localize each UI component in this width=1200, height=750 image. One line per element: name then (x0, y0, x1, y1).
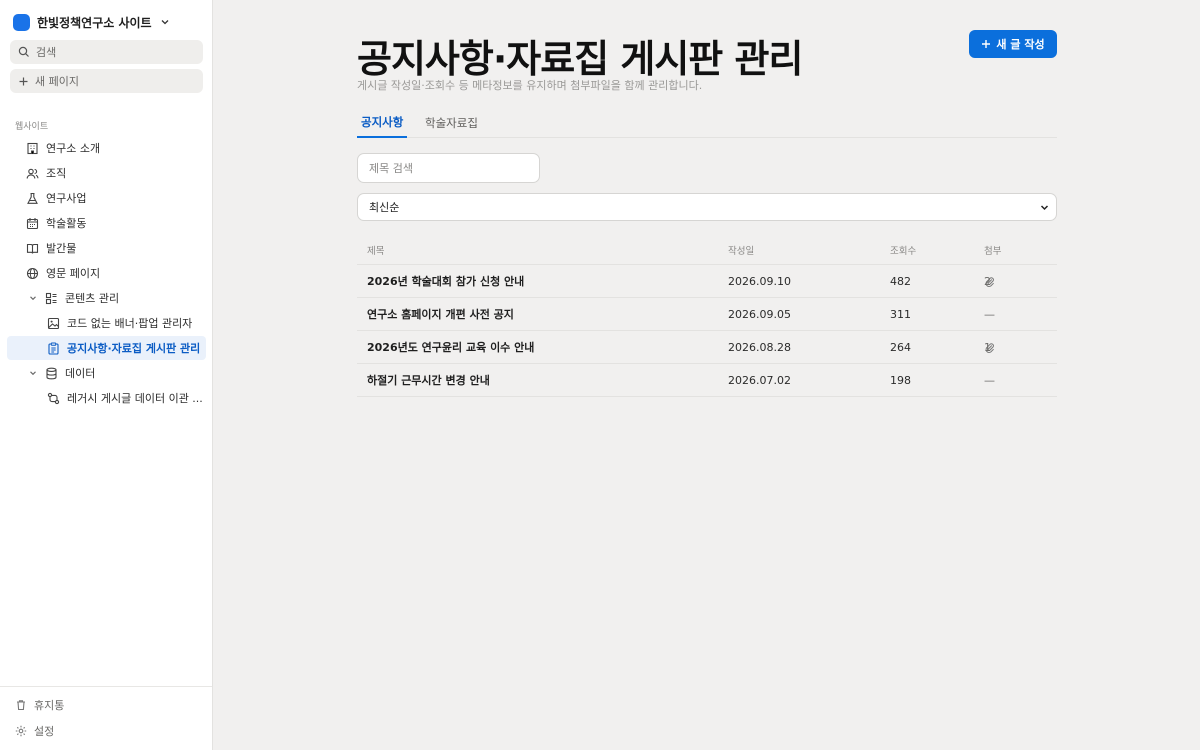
section-label-website: 웹사이트 (15, 122, 49, 132)
settings-label: 설정 (34, 725, 55, 738)
sidebar-item-label: 영문 페이지 (46, 267, 101, 280)
git-compare-icon (47, 392, 60, 404)
post-date: 2026.07.02 (728, 373, 791, 387)
post-attachments: 1 (984, 331, 995, 363)
page-subtitle: 게시글 작성일·조회수 등 메타정보를 유지하며 첨부파일을 함께 관리합니다. (357, 79, 703, 92)
column-header-title: 제목 (367, 246, 385, 257)
tab-notices[interactable]: 공지사항 (357, 108, 408, 138)
tab-label: 공지사항 (361, 115, 404, 129)
sidebar-item-label: 코드 없는 배너·팝업 관리자 (67, 317, 193, 330)
post-attachments: — (984, 307, 995, 321)
grid-icon (45, 292, 57, 304)
sidebar-item-label: 연구사업 (46, 192, 87, 205)
post-views: 482 (890, 274, 911, 288)
sidebar-item-label: 레거시 게시글 데이터 이관 ... (67, 392, 203, 405)
post-attachments: — (984, 373, 995, 387)
trash-label: 휴지통 (34, 699, 65, 712)
post-date: 2026.08.28 (728, 340, 791, 354)
sidebar-item-label: 공지사항·자료집 게시판 관리 (67, 342, 201, 355)
book-icon (26, 243, 39, 254)
sidebar-item-notice-board[interactable]: 공지사항·자료집 게시판 관리 (7, 336, 206, 360)
sidebar-item-academic[interactable]: 학술활동 (26, 211, 86, 235)
sidebar-item-english[interactable]: 영문 페이지 (26, 261, 100, 285)
chevron-down-icon (30, 371, 36, 376)
table-row[interactable]: 2026년도 연구윤리 교육 이수 안내 2026.08.28 264 1 (357, 331, 1057, 364)
post-title: 2026년 학술대회 참가 신청 안내 (367, 275, 525, 288)
chevron-down-icon (161, 20, 169, 25)
chevron-down-icon (30, 296, 36, 301)
new-post-button[interactable]: 새 글 작성 (969, 30, 1057, 58)
post-date: 2026.09.05 (728, 307, 791, 321)
sidebar-item-label: 데이터 (65, 367, 96, 380)
attachment-count: 1 (984, 340, 991, 354)
sidebar: 한빛정책연구소 사이트 검색 새 페이지 웹사이트 연구소 소개 조직 연구사업… (0, 0, 213, 750)
board-tabs: 공지사항 학술자료집 (357, 108, 1057, 138)
trash-icon (17, 700, 25, 711)
sidebar-item-label: 발간물 (46, 242, 77, 255)
posts-table: 제목 작성일 조회수 첨부 2026년 학술대회 참가 신청 안내 2026.0… (357, 236, 1057, 397)
post-views: 198 (890, 373, 911, 387)
post-title: 연구소 홈페이지 개편 사전 공지 (367, 308, 514, 321)
search-icon (18, 46, 29, 57)
title-search-input[interactable] (357, 153, 540, 183)
sort-value: 최신순 (369, 201, 400, 214)
table-header: 제목 작성일 조회수 첨부 (357, 236, 1057, 265)
plus-icon (982, 40, 991, 48)
building-icon (27, 142, 38, 154)
calendar-icon (26, 217, 39, 229)
sidebar-item-content-management[interactable]: 콘텐츠 관리 (28, 286, 119, 310)
chevron-down-icon (1040, 205, 1049, 211)
page-title: 공지사항·자료집 게시판 관리 (357, 37, 803, 81)
table-row[interactable]: 2026년 학술대회 참가 신청 안내 2026.09.10 482 2 (357, 265, 1057, 298)
site-switcher[interactable]: 한빛정책연구소 사이트 (13, 11, 171, 33)
tab-academic-materials[interactable]: 학술자료집 (425, 108, 478, 138)
sidebar-item-publications[interactable]: 발간물 (26, 236, 76, 260)
post-views: 264 (890, 340, 911, 354)
sort-select[interactable]: 최신순 (357, 193, 1057, 221)
image-icon (47, 317, 60, 329)
sidebar-footer-divider (0, 686, 212, 687)
sidebar-item-data[interactable]: 데이터 (28, 361, 95, 385)
database-icon (46, 367, 57, 379)
column-header-date: 작성일 (728, 246, 755, 257)
site-name: 한빛정책연구소 사이트 (37, 15, 152, 30)
sidebar-item-label: 조직 (46, 167, 67, 180)
new-page-button[interactable]: 새 페이지 (10, 69, 203, 93)
column-header-attachments: 첨부 (984, 246, 1002, 257)
settings-button[interactable]: 설정 (15, 721, 54, 741)
tab-label: 학술자료집 (425, 116, 478, 130)
post-date: 2026.09.10 (728, 274, 791, 288)
search-label: 검색 (36, 46, 57, 59)
post-title: 하절기 근무시간 변경 안내 (367, 374, 490, 387)
table-row[interactable]: 연구소 홈페이지 개편 사전 공지 2026.09.05 311 — (357, 298, 1057, 331)
post-title: 2026년도 연구윤리 교육 이수 안내 (367, 341, 535, 354)
sidebar-item-organization[interactable]: 조직 (26, 161, 66, 185)
sidebar-item-legacy-migration[interactable]: 레거시 게시글 데이터 이관 ... (47, 386, 203, 410)
users-icon (26, 168, 39, 179)
plus-icon (19, 77, 28, 85)
sidebar-search[interactable]: 검색 (10, 40, 203, 64)
sidebar-item-label: 연구소 소개 (46, 142, 101, 155)
gear-icon (15, 725, 27, 737)
sidebar-item-label: 콘텐츠 관리 (65, 292, 120, 305)
sidebar-item-label: 학술활동 (46, 217, 87, 230)
clipboard-icon (48, 342, 59, 355)
globe-icon (26, 267, 39, 279)
post-views: 311 (890, 307, 911, 321)
attachment-count: 2 (984, 274, 991, 288)
flask-icon (27, 192, 38, 204)
trash-button[interactable]: 휴지통 (15, 695, 64, 715)
site-logo (13, 13, 30, 31)
post-attachments: 2 (984, 265, 995, 297)
sidebar-item-research[interactable]: 연구사업 (26, 186, 86, 210)
new-post-label: 새 글 작성 (996, 38, 1045, 51)
new-page-label: 새 페이지 (35, 75, 79, 88)
sidebar-item-about[interactable]: 연구소 소개 (26, 136, 100, 160)
column-header-views: 조회수 (890, 246, 917, 257)
sidebar-item-banner-popup[interactable]: 코드 없는 배너·팝업 관리자 (47, 311, 192, 335)
table-row[interactable]: 하절기 근무시간 변경 안내 2026.07.02 198 — (357, 364, 1057, 397)
